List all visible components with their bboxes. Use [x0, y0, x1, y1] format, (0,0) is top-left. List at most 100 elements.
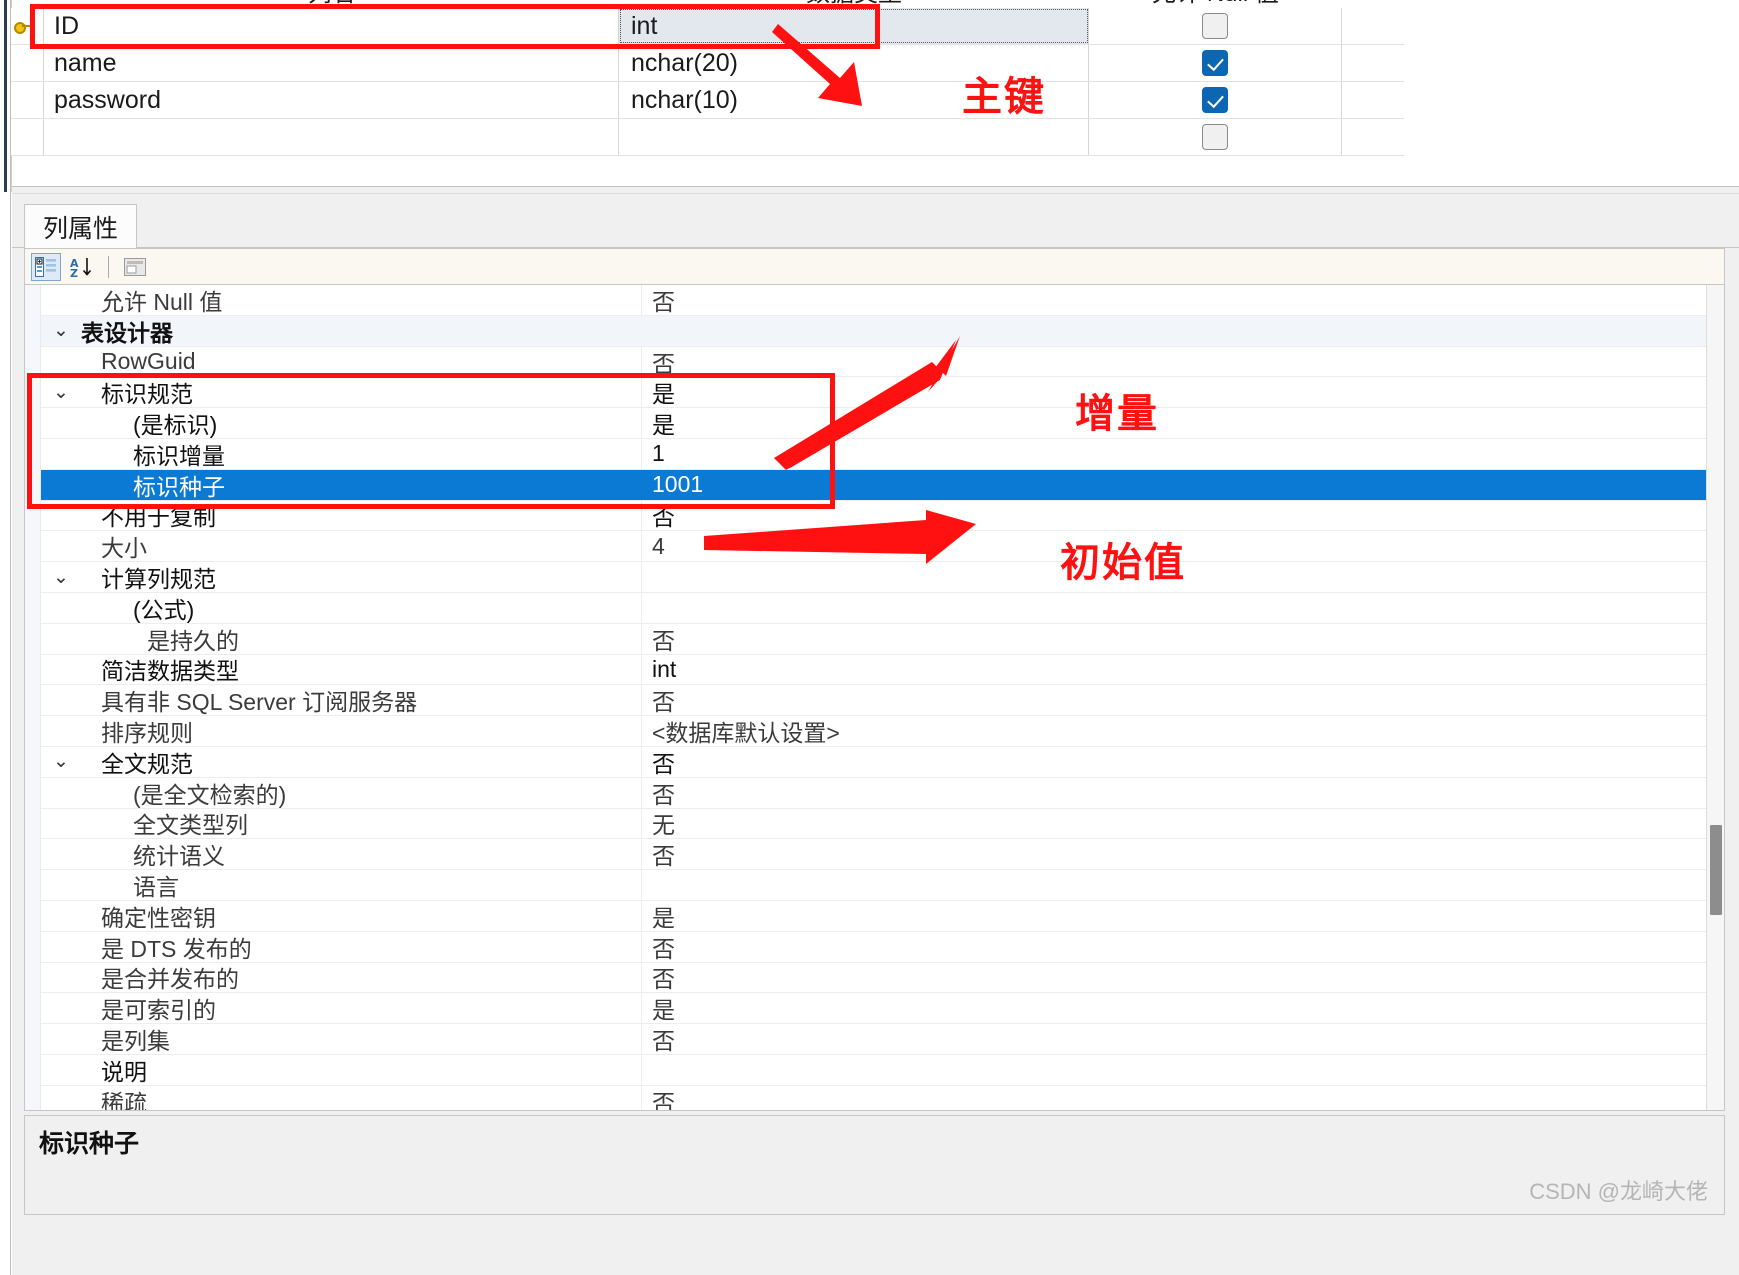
- property-row[interactable]: 简洁数据类型 int: [41, 654, 1724, 686]
- property-value[interactable]: int: [641, 654, 1724, 685]
- property-value[interactable]: 否: [641, 1085, 1724, 1110]
- property-value[interactable]: 否: [641, 746, 1724, 777]
- property-label: 允许 Null 值: [101, 288, 223, 315]
- scrollbar-thumb[interactable]: [1710, 825, 1722, 915]
- property-label: 语言: [133, 874, 179, 901]
- cell-allow-null[interactable]: [1089, 82, 1342, 118]
- allow-null-checkbox[interactable]: [1202, 87, 1228, 113]
- chevron-down-icon[interactable]: ⌄: [41, 383, 81, 402]
- property-row[interactable]: 是持久的 否: [41, 623, 1724, 655]
- property-row[interactable]: 不用于复制 否: [41, 500, 1724, 532]
- property-value[interactable]: 否: [641, 500, 1724, 530]
- property-row[interactable]: 是可索引的 是: [41, 993, 1724, 1025]
- header-data-type: 数据类型: [619, 0, 1089, 8]
- ssms-table-designer: 列名 数据类型 允许 Null 值 ID int name nchar(20): [0, 0, 1739, 1275]
- property-row[interactable]: (是标识) 是: [41, 408, 1724, 439]
- property-row[interactable]: RowGuid 否: [41, 346, 1724, 378]
- property-row[interactable]: 排序规则 <数据库默认设置>: [41, 716, 1724, 747]
- property-label: 表设计器: [81, 319, 173, 346]
- property-row[interactable]: ⌄ 全文规范 否: [41, 746, 1724, 778]
- property-row[interactable]: ⌄ 表设计器: [41, 315, 1724, 347]
- property-row[interactable]: 允许 Null 值 否: [41, 285, 1724, 316]
- cell-column-name[interactable]: [44, 119, 619, 155]
- cell-data-type[interactable]: [619, 119, 1089, 155]
- property-grid-scrollbar[interactable]: [1706, 285, 1724, 1110]
- property-label: 不用于复制: [101, 504, 216, 531]
- cell-allow-null[interactable]: [1089, 119, 1342, 155]
- property-row[interactable]: 稀疏 否: [41, 1085, 1724, 1110]
- property-row[interactable]: 语言: [41, 870, 1724, 901]
- property-row[interactable]: ⌄ 标识规范 是: [41, 377, 1724, 409]
- allow-null-checkbox[interactable]: [1202, 50, 1228, 76]
- cell-allow-null[interactable]: [1089, 8, 1342, 44]
- cell-allow-null[interactable]: [1089, 45, 1342, 81]
- property-row[interactable]: (公式): [41, 592, 1724, 624]
- property-row[interactable]: 大小 4: [41, 531, 1724, 563]
- property-value[interactable]: 否: [641, 623, 1724, 654]
- property-value[interactable]: 否: [641, 962, 1724, 992]
- allow-null-checkbox[interactable]: [1202, 13, 1228, 39]
- chevron-down-icon[interactable]: ⌄: [41, 568, 81, 587]
- toolbar-separator: [108, 255, 109, 278]
- property-value[interactable]: <数据库默认设置>: [641, 716, 1724, 746]
- column-definition-grid[interactable]: 列名 数据类型 允许 Null 值 ID int name nchar(20): [0, 0, 1739, 192]
- property-row[interactable]: 是列集 否: [41, 1024, 1724, 1055]
- property-row[interactable]: (是全文检索的) 否: [41, 777, 1724, 809]
- property-label: 具有非 SQL Server 订阅服务器: [101, 689, 418, 716]
- cell-column-name[interactable]: password: [44, 82, 619, 118]
- property-value[interactable]: 无: [641, 808, 1724, 838]
- property-row[interactable]: 统计语义 否: [41, 839, 1724, 871]
- property-value[interactable]: 是: [641, 993, 1724, 1023]
- property-pages-icon[interactable]: [120, 253, 150, 281]
- property-grid[interactable]: 允许 Null 值否 ⌄ 表设计器 RowGuid 否 ⌄ 标识规范是 (是标识) 是标识增量 1…: [24, 284, 1725, 1111]
- property-value[interactable]: 否: [641, 685, 1724, 715]
- property-row[interactable]: 是合并发布的 否: [41, 962, 1724, 994]
- property-tabstrip: 列属性: [12, 204, 1739, 248]
- property-value[interactable]: 否: [641, 1024, 1724, 1054]
- property-row[interactable]: 全文类型列 无: [41, 808, 1724, 840]
- property-row[interactable]: ⌄ 计算列规范: [41, 562, 1724, 593]
- table-row[interactable]: password nchar(10): [0, 82, 1404, 119]
- table-row[interactable]: ID int: [0, 8, 1404, 45]
- property-value[interactable]: 否: [641, 777, 1724, 808]
- property-value[interactable]: 是: [641, 377, 1724, 407]
- property-toolbar[interactable]: A Z: [24, 248, 1725, 284]
- alphabetical-sort-icon[interactable]: A Z: [67, 253, 97, 281]
- property-grid-rows: 允许 Null 值否 ⌄ 表设计器 RowGuid 否 ⌄ 标识规范是 (是标识) 是标识增量 1…: [41, 285, 1724, 1110]
- tab-column-properties[interactable]: 列属性: [24, 204, 138, 248]
- property-value[interactable]: [641, 592, 1724, 623]
- property-row[interactable]: 说明: [41, 1054, 1724, 1086]
- table-row[interactable]: [0, 119, 1404, 156]
- table-row[interactable]: name nchar(20): [0, 45, 1404, 82]
- primary-key-icon: [13, 18, 30, 34]
- chevron-down-icon[interactable]: ⌄: [41, 752, 81, 771]
- property-value[interactable]: 否: [641, 839, 1724, 869]
- property-label: 简洁数据类型: [101, 658, 239, 685]
- property-row[interactable]: 具有非 SQL Server 订阅服务器 否: [41, 685, 1724, 717]
- chevron-down-icon[interactable]: ⌄: [41, 321, 81, 340]
- pane-splitter[interactable]: [12, 186, 1739, 194]
- property-value[interactable]: [641, 1054, 1724, 1085]
- property-value[interactable]: 1: [641, 438, 1724, 469]
- property-value[interactable]: 是: [641, 408, 1724, 438]
- allow-null-checkbox[interactable]: [1202, 124, 1228, 150]
- property-value[interactable]: 是: [641, 900, 1724, 931]
- property-row[interactable]: 确定性密钥 是: [41, 900, 1724, 932]
- property-value[interactable]: [641, 870, 1724, 900]
- cell-data-type[interactable]: int: [619, 8, 1089, 44]
- property-value[interactable]: 否: [641, 346, 1724, 377]
- cell-column-name[interactable]: name: [44, 45, 619, 81]
- property-row[interactable]: 标识种子 1001: [41, 469, 1724, 501]
- cell-column-name[interactable]: ID: [44, 8, 619, 44]
- categorized-view-icon[interactable]: [31, 252, 61, 281]
- annotation-label-seed: 初始值: [1060, 541, 1186, 585]
- property-value[interactable]: [641, 316, 1724, 346]
- property-value[interactable]: 1001: [641, 469, 1724, 500]
- property-description-title: 标识种子: [39, 1130, 140, 1158]
- annotation-label-primary-key: 主键: [962, 75, 1046, 119]
- property-label: 确定性密钥: [101, 904, 216, 931]
- property-row[interactable]: 是 DTS 发布的 否: [41, 931, 1724, 963]
- property-row[interactable]: 标识增量 1: [41, 438, 1724, 470]
- property-value[interactable]: 否: [641, 931, 1724, 962]
- property-value[interactable]: 否: [641, 285, 1724, 315]
